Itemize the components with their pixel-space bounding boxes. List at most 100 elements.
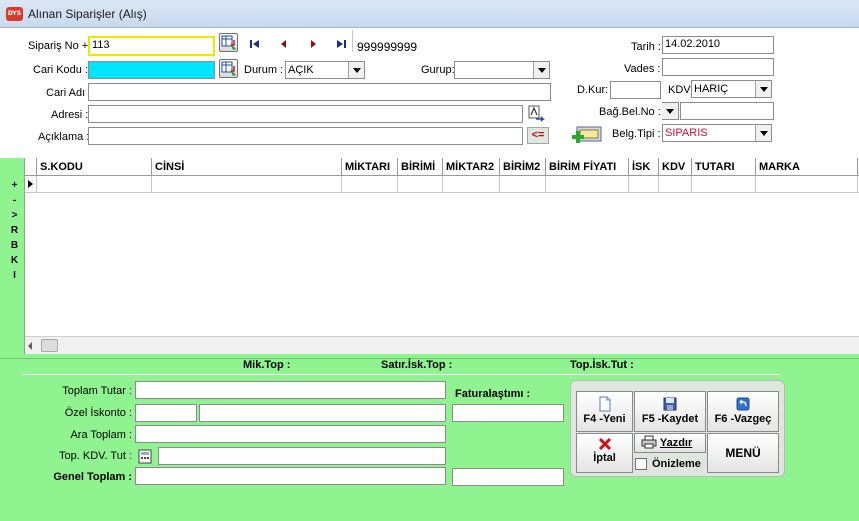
scroll-thumb[interactable] (41, 339, 58, 352)
ozel-iskonto-tutar-input[interactable] (199, 404, 446, 422)
cell-marka[interactable] (756, 176, 858, 193)
calculator-icon (138, 449, 152, 464)
table-row[interactable] (25, 176, 859, 193)
kaydet-label: F5 -Kaydet (641, 413, 699, 425)
address-edit-button[interactable] (528, 105, 546, 123)
sidebar-i-button[interactable]: I (6, 268, 23, 283)
iptal-button[interactable]: İptal (576, 433, 633, 473)
nav-next-button[interactable] (306, 38, 320, 50)
cari-adi-input[interactable] (88, 83, 551, 101)
horizontal-scrollbar[interactable] (25, 336, 859, 354)
mik-top-label: Mik.Top : (243, 359, 291, 371)
window-title: Alınan Siparişler (Alış) (28, 7, 147, 21)
vazgec-button[interactable]: F6 -Vazgeç (707, 391, 779, 432)
kdv-detail-button[interactable] (137, 447, 155, 465)
col-marka[interactable]: MARKA (756, 158, 858, 176)
cell-birim-fiyati[interactable] (546, 176, 629, 193)
col-miktari[interactable]: MİKTARI (342, 158, 398, 176)
dkur-label: D.Kur: (577, 84, 609, 96)
sidebar-k-button[interactable]: K (6, 253, 23, 268)
siparis-search-button[interactable] (219, 33, 238, 52)
col-kdv[interactable]: KDV (659, 158, 692, 176)
onizleme-label[interactable]: Önizleme (652, 458, 701, 470)
cell-kdv[interactable] (659, 176, 692, 193)
cell-skodu[interactable] (37, 176, 152, 193)
aciklama-input[interactable] (88, 127, 523, 145)
durum-value: AÇIK (288, 64, 314, 76)
cell-tutari[interactable] (692, 176, 756, 193)
durum-select[interactable]: AÇIK (285, 61, 365, 79)
ozel-iskonto-label: Özel İskonto : (64, 407, 132, 419)
chevron-down-icon[interactable] (533, 62, 549, 78)
nav-prev-button[interactable] (277, 38, 291, 50)
kdv-select[interactable]: HARIÇ (691, 80, 772, 98)
cell-isk[interactable] (629, 176, 659, 193)
adresi-input[interactable] (88, 105, 523, 123)
yazdir-button[interactable]: Yazdır (634, 433, 706, 453)
col-isk[interactable]: İSK (629, 158, 659, 176)
sidebar-remove-button[interactable]: - (6, 193, 23, 208)
printer-icon (641, 435, 657, 449)
faturalastimi-input[interactable] (452, 404, 564, 422)
cell-cinsi[interactable] (152, 176, 342, 193)
aciklama-transfer-button[interactable]: <= (527, 127, 549, 144)
chevron-down-icon[interactable] (348, 62, 364, 78)
cell-miktari[interactable] (342, 176, 398, 193)
satir-isk-top-label: Satır.İsk.Top : (381, 359, 453, 371)
sidebar-next-button[interactable]: > (6, 208, 23, 223)
col-birim2[interactable]: BİRİM2 (500, 158, 546, 176)
gurup-select[interactable] (454, 61, 550, 79)
onizleme-checkbox[interactable] (635, 458, 647, 470)
sidebar-b-button[interactable]: B (6, 238, 23, 253)
iptal-label: İptal (593, 452, 616, 464)
yazdir-label: Yazdır (659, 437, 693, 449)
faturalastimi-label: Faturalaştımı : (455, 388, 531, 400)
kdv-value: HARIÇ (694, 83, 729, 95)
col-birimi[interactable]: BİRİMİ (398, 158, 443, 176)
import-image-button[interactable] (571, 125, 604, 147)
cell-birimi[interactable] (398, 176, 443, 193)
vades-input[interactable] (662, 58, 774, 76)
top-kdv-tut-input[interactable] (158, 447, 446, 465)
cari-search-button[interactable] (219, 59, 238, 78)
genel-toplam-input[interactable] (135, 467, 446, 485)
items-grid[interactable]: S.KODU CİNSİ MİKTARI BİRİMİ MİKTAR2 BİRİ… (24, 158, 859, 354)
kdv-label: KDV (668, 84, 691, 96)
col-birim-fiyati[interactable]: BİRİM FİYATI (546, 158, 629, 176)
film-add-icon (572, 126, 602, 143)
row-pointer-icon (28, 180, 33, 188)
genel-toplam-label: Genel Toplam : (53, 471, 132, 483)
chevron-down-icon[interactable] (662, 103, 678, 119)
belgtipi-select[interactable]: SIPARIS (662, 124, 772, 142)
cari-kodu-label: Cari Kodu : (33, 64, 89, 76)
ozel-iskonto-oran-input[interactable] (135, 404, 197, 422)
tarih-label: Tarih : (631, 41, 661, 53)
chevron-down-icon[interactable] (755, 81, 771, 97)
ara-toplam-input[interactable] (135, 425, 446, 443)
chevron-down-icon[interactable] (755, 125, 771, 141)
totals-panel: Mik.Top : Satır.İsk.Top : Top.İsk.Tut : … (0, 358, 859, 521)
cell-birim2[interactable] (500, 176, 546, 193)
col-tutari[interactable]: TUTARI (692, 158, 756, 176)
yeni-button[interactable]: F4 -Yeni (576, 391, 633, 432)
cell-miktar2[interactable] (443, 176, 500, 193)
menu-button[interactable]: MENÜ (707, 433, 779, 473)
sidebar-r-button[interactable]: R (6, 223, 23, 238)
toplam-tutar-input[interactable] (135, 381, 446, 399)
col-skodu[interactable]: S.KODU (37, 158, 152, 176)
bagbelno-select[interactable] (662, 102, 679, 120)
cari-kodu-input[interactable] (88, 61, 215, 79)
sidebar-add-button[interactable]: + (6, 178, 23, 193)
scroll-left-icon[interactable] (28, 342, 32, 350)
undo-icon (736, 397, 750, 411)
bagbelno-input[interactable] (680, 102, 774, 120)
tarih-input[interactable]: 14.02.2010 (662, 36, 774, 54)
nav-last-button[interactable] (334, 38, 348, 50)
kaydet-button[interactable]: F5 -Kaydet (634, 391, 706, 432)
col-cinsi[interactable]: CİNSİ (152, 158, 342, 176)
col-miktar2[interactable]: MİKTAR2 (443, 158, 500, 176)
siparis-no-input[interactable]: 113 (88, 36, 215, 56)
nav-first-button[interactable] (248, 38, 262, 50)
fatura-no-input[interactable] (452, 468, 564, 486)
dkur-input[interactable] (610, 81, 661, 99)
